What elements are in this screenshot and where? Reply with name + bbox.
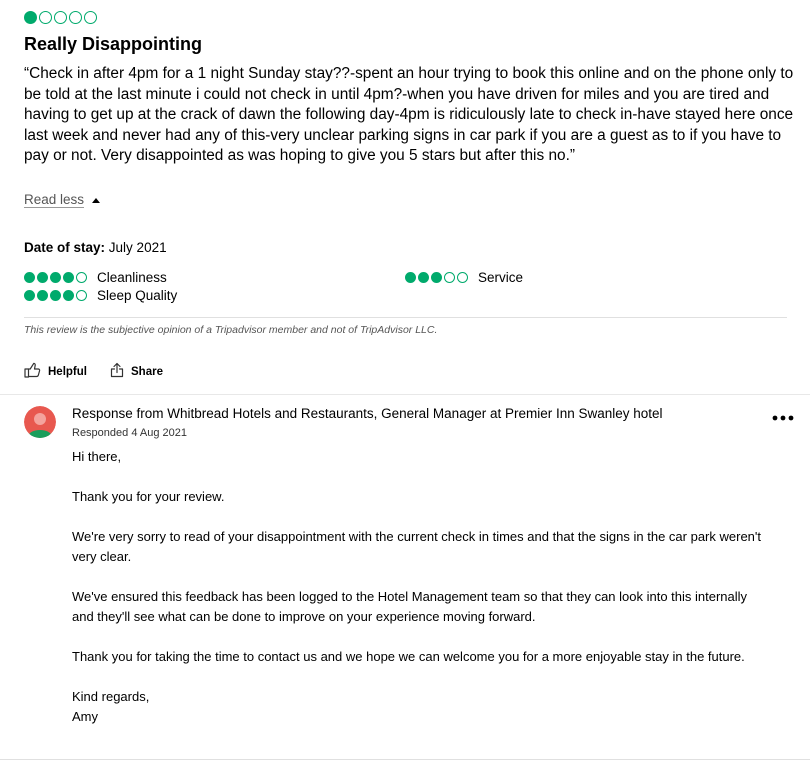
sub-rating-sleep-quality: Sleep Quality [24,288,177,303]
read-less-toggle[interactable]: Read less [24,192,101,208]
response-paragraph: We're very sorry to read of your disappo… [72,529,761,564]
rating-bubble-empty [76,272,87,283]
rating-bubble-filled [405,272,416,283]
share-icon [109,362,125,381]
overall-rating-bubbles [24,11,97,24]
response-paragraph: We've ensured this feedback has been log… [72,589,748,624]
response-heading: Response from Whitbread Hotels and Resta… [72,406,663,421]
rating-bubble-filled [50,290,61,301]
rating-bubble-filled [63,290,74,301]
caret-up-icon [92,197,101,203]
response-paragraph: Hi there, [72,449,122,464]
share-button[interactable]: Share [109,362,163,381]
more-options-icon [772,409,794,426]
sleep-quality-label: Sleep Quality [97,288,178,303]
service-bubbles [405,272,468,283]
response-paragraph: Thank you for your review. [72,489,225,504]
rating-bubble-filled [24,272,35,283]
review-text: “Check in after 4pm for a 1 night Sunday… [24,65,794,165]
sleep-quality-bubbles [24,290,87,301]
review-disclaimer: This review is the subjective opinion of… [24,324,438,336]
review-title: Really Disappointing [24,34,203,54]
rating-bubble-filled [24,11,37,24]
rating-bubble-empty [84,11,97,24]
rating-bubble-filled [37,290,48,301]
rating-bubble-empty [39,11,52,24]
helpful-button[interactable]: Helpful [24,362,87,381]
service-label: Service [478,270,524,285]
rating-bubble-empty [54,11,67,24]
divider [24,317,787,318]
sub-rating-cleanliness: Cleanliness [24,270,167,285]
cleanliness-bubbles [24,272,87,283]
rating-bubble-filled [418,272,429,283]
date-of-stay-value: July 2021 [108,240,167,255]
date-of-stay-label: Date of stay: [24,240,106,255]
rating-bubble-empty [76,290,87,301]
read-less-label: Read less [24,192,85,208]
responder-avatar [24,406,56,438]
thumbs-up-icon [24,362,42,381]
response-body: Hi there, Thank you for your review. We'… [72,447,772,727]
cleanliness-label: Cleanliness [97,270,167,285]
divider [0,759,810,760]
rating-bubble-filled [37,272,48,283]
rating-bubble-filled [50,272,61,283]
rating-bubble-empty [444,272,455,283]
share-label: Share [131,365,163,378]
response-sign-off: Kind regards, Amy [72,689,150,724]
response-paragraph: Thank you for taking the time to contact… [72,649,745,664]
rating-bubble-filled [431,272,442,283]
divider [0,394,810,395]
more-options-button[interactable] [772,409,794,427]
rating-bubble-filled [63,272,74,283]
sub-rating-service: Service [405,270,523,285]
date-of-stay: Date of stay: July 2021 [24,240,167,255]
responded-date: Responded 4 Aug 2021 [72,427,187,439]
helpful-label: Helpful [48,365,87,378]
rating-bubble-filled [24,290,35,301]
rating-bubble-empty [69,11,82,24]
rating-bubble-empty [457,272,468,283]
